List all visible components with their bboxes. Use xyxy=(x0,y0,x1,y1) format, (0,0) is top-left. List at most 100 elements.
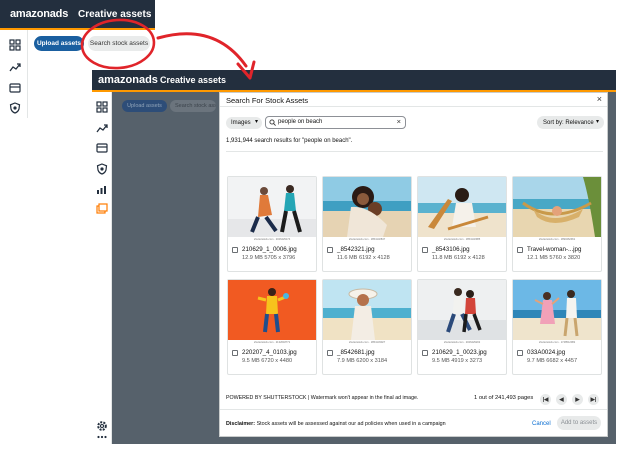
watermark: shutterstock.com · 2132618771 xyxy=(228,340,316,346)
asset-thumbnail[interactable] xyxy=(418,177,506,237)
asset-filename: _8542321.jpg xyxy=(337,246,375,253)
asset-filename: Travel-woman-...jpg xyxy=(527,246,582,253)
select-checkbox[interactable] xyxy=(422,350,428,356)
dashboard-icon[interactable] xyxy=(96,101,108,113)
asset-meta: 9.5 MB 4919 x 3273 xyxy=(432,358,483,364)
chevron-down-icon: ▾ xyxy=(254,119,258,125)
asset-card[interactable]: shutterstock.com · 1890462961 Travel-wom… xyxy=(512,176,602,272)
add-to-assets-button[interactable]: Add to assets xyxy=(557,416,601,430)
asset-card[interactable]: shutterstock.com · 1854133027 _8542681.j… xyxy=(322,279,412,375)
asset-filename: 033A0024.jpg xyxy=(527,349,566,356)
asset-meta: 12.1 MB 5760 x 3820 xyxy=(527,255,581,261)
disclaimer: Disclaimer: Stock assets will be assesse… xyxy=(226,421,446,427)
disclaimer-label: Disclaimer: xyxy=(226,421,256,427)
asset-thumbnail[interactable] xyxy=(513,280,601,340)
asset-card[interactable]: shutterstock.com · 1854132985 _8543106.j… xyxy=(417,176,507,272)
watermark: shutterstock.com · 1890462961 xyxy=(513,237,601,243)
settings-icon[interactable] xyxy=(96,420,108,432)
asset-type-select[interactable]: Images ▾ xyxy=(226,117,262,129)
select-checkbox[interactable] xyxy=(517,247,523,253)
more-icon[interactable] xyxy=(96,434,108,442)
stock-assets-modal: Search For Stock Assets × Images ▾ peopl… xyxy=(219,92,608,437)
card-icon[interactable] xyxy=(9,82,21,94)
asset-thumbnail[interactable] xyxy=(228,280,316,340)
first-page-button[interactable]: |◀ xyxy=(540,394,551,405)
asset-meta: 12.9 MB 5705 x 3796 xyxy=(242,255,296,261)
watermark: shutterstock.com · 2026429202 xyxy=(418,340,506,346)
asset-meta: 9.5 MB 6720 x 4480 xyxy=(242,358,293,364)
asset-thumbnail[interactable] xyxy=(323,177,411,237)
asset-thumbnail[interactable] xyxy=(323,280,411,340)
asset-meta: 11.6 MB 6192 x 4128 xyxy=(337,255,390,261)
next-page-button[interactable]: ▶ xyxy=(572,394,583,405)
creative-assets-icon[interactable] xyxy=(96,203,108,215)
page-count: 1 out of 241,493 pages xyxy=(474,395,534,401)
big-sidebar xyxy=(92,92,112,444)
powered-by-text: POWERED BY SHUTTERSTOCK | Watermark won'… xyxy=(226,395,419,401)
big-app-header: amazonads Creative assets xyxy=(92,70,616,92)
select-checkbox[interactable] xyxy=(232,247,238,253)
search-stock-assets-button[interactable]: Search stock assets xyxy=(88,36,150,51)
card-icon[interactable] xyxy=(96,142,108,154)
asset-thumbnail[interactable] xyxy=(228,177,316,237)
asset-card[interactable]: shutterstock.com · 1748512082 033A0024.j… xyxy=(512,279,602,375)
amazon-ads-logo: amazonads xyxy=(98,74,158,86)
clear-search-icon[interactable]: × xyxy=(397,117,401,126)
shield-icon[interactable] xyxy=(96,163,108,175)
amazon-ads-logo: amazonads xyxy=(10,8,69,20)
select-checkbox[interactable] xyxy=(422,247,428,253)
modal-title: Search For Stock Assets xyxy=(226,96,309,105)
search-icon xyxy=(269,119,276,126)
search-input[interactable]: people on beach × xyxy=(265,116,406,129)
trend-icon[interactable] xyxy=(96,122,108,134)
last-page-button[interactable]: ▶| xyxy=(588,394,599,405)
search-stock-assets-button: Search stock assets xyxy=(170,100,216,112)
pointer-arrow xyxy=(156,32,248,68)
asset-card[interactable]: shutterstock.com · 2026429174 210629_1_0… xyxy=(227,176,317,272)
asset-meta: 7.9 MB 6200 x 3184 xyxy=(337,358,388,364)
asset-type-value: Images xyxy=(231,120,251,126)
select-checkbox[interactable] xyxy=(327,350,333,356)
asset-thumbnail[interactable] xyxy=(513,177,601,237)
search-query: people on beach xyxy=(278,119,323,125)
upload-assets-button[interactable]: Upload assets xyxy=(34,36,84,51)
dashboard-icon[interactable] xyxy=(9,39,21,51)
top-sidebar xyxy=(0,30,28,118)
sort-value: Sort by: Relevance xyxy=(543,119,594,126)
asset-card[interactable]: shutterstock.com · 1854132847 _8542321.j… xyxy=(322,176,412,272)
top-app-header: amazonads Creative assets xyxy=(0,0,155,30)
trend-icon[interactable] xyxy=(9,61,21,73)
select-checkbox[interactable] xyxy=(517,350,523,356)
divider xyxy=(220,106,607,107)
upload-assets-button: Upload assets xyxy=(122,100,167,112)
watermark: shutterstock.com · 1854133027 xyxy=(323,340,411,346)
asset-meta: 9.7 MB 6682 x 4457 xyxy=(527,358,578,364)
asset-filename: 210629_1_0023.jpg xyxy=(432,349,487,356)
divider xyxy=(226,151,603,152)
chevron-down-icon: ▾ xyxy=(595,119,599,125)
page-title: Creative assets xyxy=(160,75,227,85)
close-icon[interactable]: × xyxy=(597,94,602,105)
prev-page-button[interactable]: ◀ xyxy=(556,394,567,405)
shield-icon[interactable] xyxy=(9,102,21,114)
cancel-button[interactable]: Cancel xyxy=(532,421,551,427)
watermark: shutterstock.com · 1748512082 xyxy=(513,340,601,346)
asset-filename: _8543106.jpg xyxy=(432,246,470,253)
asset-filename: 210629_1_0006.jpg xyxy=(242,246,297,253)
asset-filename: _8542681.jpg xyxy=(337,349,375,356)
asset-filename: 220207_4_0103.jpg xyxy=(242,349,297,356)
results-count: 1,931,944 search results for "people on … xyxy=(226,138,353,144)
sort-select[interactable]: Sort by: Relevance ▾ xyxy=(537,116,604,129)
asset-meta: 11.8 MB 6192 x 4128 xyxy=(432,255,485,261)
watermark: shutterstock.com · 1854132985 xyxy=(418,237,506,243)
bar-chart-icon[interactable] xyxy=(96,183,108,195)
divider xyxy=(220,409,607,410)
asset-card[interactable]: shutterstock.com · 2026429202 210629_1_0… xyxy=(417,279,507,375)
page-title: Creative assets xyxy=(78,9,152,20)
select-checkbox[interactable] xyxy=(327,247,333,253)
asset-card[interactable]: shutterstock.com · 2132618771 220207_4_0… xyxy=(227,279,317,375)
select-checkbox[interactable] xyxy=(232,350,238,356)
watermark: shutterstock.com · 2026429174 xyxy=(228,237,316,243)
disclaimer-text: Stock assets will be assessed against ou… xyxy=(256,421,446,427)
asset-thumbnail[interactable] xyxy=(418,280,506,340)
